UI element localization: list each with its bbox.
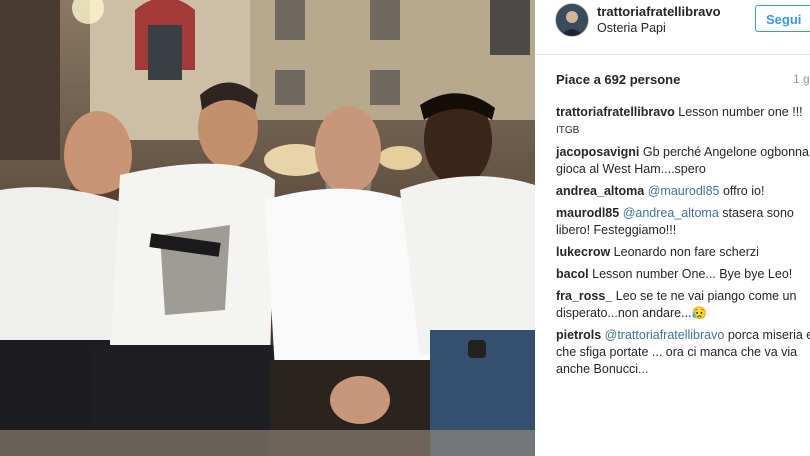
comment-username[interactable]: jacoposavigni xyxy=(556,145,639,159)
comment: andrea_altoma @maurodl85 offro io! xyxy=(556,183,810,200)
comments-list: trattoriafratellibravo Lesson number one… xyxy=(556,104,810,383)
comment: fra_ross_ Leo se te ne vai piango come u… xyxy=(556,288,810,322)
comment-text: Leonardo non fare scherzi xyxy=(613,245,759,259)
comment-text: offro io! xyxy=(722,184,765,198)
comment-username[interactable]: maurodl85 xyxy=(556,206,619,220)
photo-illustration xyxy=(0,0,535,456)
comment-mention[interactable]: @maurodl85 xyxy=(648,184,720,198)
comment-username[interactable]: bacol xyxy=(556,267,589,281)
avatar-image xyxy=(556,4,588,36)
comment-mention[interactable]: @trattoriafratellibravo xyxy=(605,328,725,342)
post-time: 1 g xyxy=(793,72,810,86)
comment-username[interactable]: fra_ross_ xyxy=(556,289,612,303)
comment-username[interactable]: trattoriafratellibravo xyxy=(556,105,675,119)
comments-panel: trattoriafratellibravo Osteria Papi Segu… xyxy=(535,0,810,456)
avatar[interactable] xyxy=(555,3,589,37)
comment-username[interactable]: pietrols xyxy=(556,328,601,342)
comment: lukecrow Leonardo non fare scherzi xyxy=(556,244,810,261)
comment: pietrols @trattoriafratellibravo porca m… xyxy=(556,327,810,378)
header-username[interactable]: trattoriafratellibravo xyxy=(597,4,721,19)
comment-extra: ITGB xyxy=(556,125,580,136)
comment-text: Lesson number one !!! xyxy=(678,105,803,119)
header-location[interactable]: Osteria Papi xyxy=(597,21,666,35)
comment: maurodl85 @andrea_altoma stasera sono li… xyxy=(556,205,810,239)
comment-username[interactable]: lukecrow xyxy=(556,245,610,259)
follow-button[interactable]: Segui xyxy=(755,5,810,32)
comment-text: Lesson number One... Bye bye Leo! xyxy=(592,267,793,281)
comment-username[interactable]: andrea_altoma xyxy=(556,184,644,198)
comment: jacoposavigni Gb perché Angelone ogbonna… xyxy=(556,144,810,178)
comment: bacol Lesson number One... Bye bye Leo! xyxy=(556,266,810,283)
comment-mention[interactable]: @andrea_altoma xyxy=(623,206,719,220)
comment: trattoriafratellibravo Lesson number one… xyxy=(556,104,810,139)
post-header: trattoriafratellibravo Osteria Papi Segu… xyxy=(535,0,810,55)
likes-count[interactable]: Piace a 692 persone xyxy=(556,72,680,87)
post-photo xyxy=(0,0,535,456)
